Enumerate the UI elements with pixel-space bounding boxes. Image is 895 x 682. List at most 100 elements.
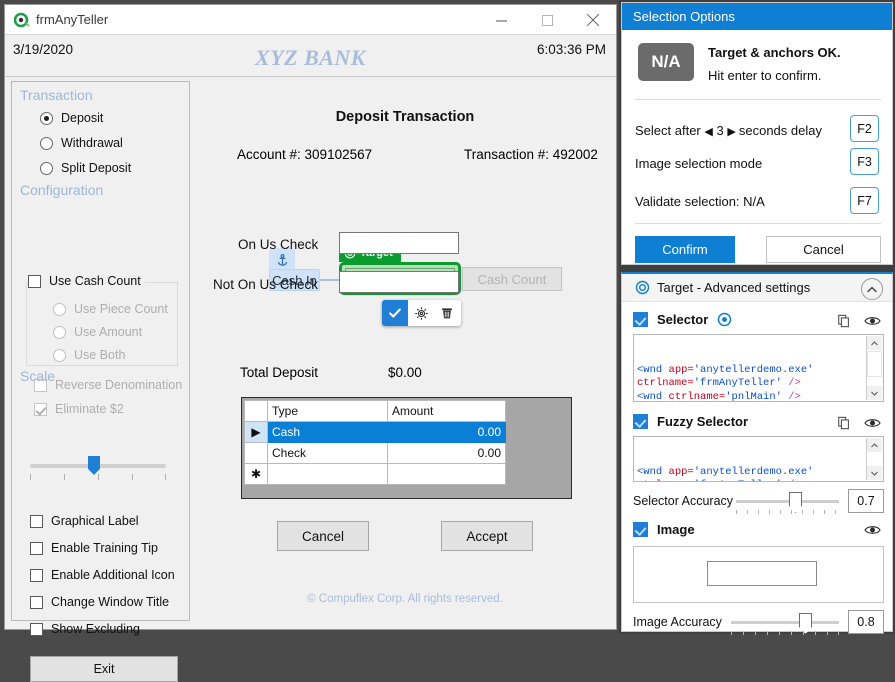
radio-split-deposit[interactable]: Split Deposit <box>40 157 131 179</box>
on-us-check-input[interactable] <box>339 232 459 254</box>
anchor-icon <box>277 253 287 266</box>
settings-gear-icon[interactable] <box>408 300 434 326</box>
fuzzy-selector-checkbox[interactable] <box>633 414 648 429</box>
checkbox-use-cash-count-label: Use Cash Count <box>49 274 141 288</box>
key-f2[interactable]: F2 <box>850 115 879 142</box>
selector-accuracy-value[interactable]: 0.7 <box>848 489 884 513</box>
selection-options-panel: Selection Options N/A Target & anchors O… <box>619 0 895 636</box>
radio-split-deposit-dot <box>40 161 53 175</box>
accept-button[interactable]: Accept <box>441 521 533 551</box>
column-header-amount: Amount <box>387 400 506 422</box>
selector-checkbox[interactable] <box>633 312 648 327</box>
table-row[interactable]: ✱ <box>244 463 506 485</box>
selector-scrollbar[interactable] <box>866 336 882 400</box>
checkbox-use-cash-count-box <box>28 274 41 288</box>
radio-deposit[interactable]: Deposit <box>40 107 103 129</box>
image-checkbox[interactable] <box>633 522 648 537</box>
checkbox-show-excluding[interactable]: Show Excluding <box>30 618 140 640</box>
target-icon <box>717 312 732 327</box>
selector-accuracy-row[interactable]: Selector Accuracy 0.7 <box>633 489 884 515</box>
image-section-row[interactable]: Image <box>633 522 695 537</box>
selector-scroll-thumb[interactable] <box>867 351 882 377</box>
copy-icon[interactable] <box>837 314 851 331</box>
key-f7[interactable]: F7 <box>850 187 879 214</box>
image-accuracy-row[interactable]: Image Accuracy 0.8 <box>633 610 884 636</box>
exit-button[interactable]: Exit <box>30 656 178 682</box>
divider-top <box>635 99 881 100</box>
scale-slider-thumb[interactable] <box>88 456 100 475</box>
radio-use-both[interactable]: Use Both <box>53 344 125 366</box>
table-row[interactable]: Check 0.00 <box>244 442 506 464</box>
total-deposit-label: Total Deposit <box>240 365 319 380</box>
selector-section-row[interactable]: Selector <box>633 312 732 327</box>
selector-section-icons <box>837 314 881 331</box>
radio-use-amount-dot <box>53 325 66 339</box>
delete-trash-icon[interactable] <box>434 300 460 326</box>
on-us-check-label: On Us Check <box>238 237 319 252</box>
radio-use-amount-label: Use Amount <box>74 325 143 339</box>
confirm-button[interactable]: Confirm <box>635 236 735 263</box>
minimize-icon[interactable] <box>478 5 524 35</box>
eye-icon[interactable] <box>864 315 881 330</box>
spinner-right-icon[interactable]: ▶ <box>727 126 739 138</box>
confirm-check-icon[interactable] <box>382 300 408 326</box>
checkbox-enable-additional-icon[interactable]: Enable Additional Icon <box>30 564 175 586</box>
maximize-icon[interactable] <box>524 5 570 35</box>
select-after-delay-row[interactable]: Select after ◀ 3 ▶ seconds delay <box>635 123 822 138</box>
account-number: Account #: 309102567 <box>237 147 373 162</box>
selector-accuracy-track[interactable] <box>736 500 839 503</box>
checkbox-graphical-label[interactable]: Graphical Label <box>30 510 139 532</box>
checkbox-eliminate-two[interactable]: Eliminate $2 <box>34 398 124 420</box>
close-icon[interactable] <box>570 5 616 35</box>
image-accuracy-track[interactable] <box>731 621 839 624</box>
scroll-up-icon[interactable] <box>867 438 882 452</box>
copyright-text: © Compuflex Corp. All rights reserved. <box>307 593 503 605</box>
row-type <box>267 463 388 485</box>
table-row[interactable]: ▶ Cash 0.00 <box>244 421 506 443</box>
validate-selection-row[interactable]: Validate selection: N/A <box>635 194 765 209</box>
row-amount <box>387 463 506 485</box>
checkbox-reverse-denomination[interactable]: Reverse Denomination <box>34 374 182 396</box>
fuzzy-selector-section-row[interactable]: Fuzzy Selector <box>633 414 748 429</box>
selector-code-box[interactable]: <wnd app='anytellerdemo.exe' ctrlname='f… <box>633 334 884 402</box>
checkbox-use-cash-count[interactable]: Use Cash Count <box>28 274 145 288</box>
status-line-1: Target & anchors OK. <box>708 45 841 60</box>
cancel-selection-button[interactable]: Cancel <box>766 236 881 263</box>
radio-use-piece-count-label: Use Piece Count <box>74 302 168 316</box>
radio-withdrawal[interactable]: Withdrawal <box>40 132 123 154</box>
scroll-down-icon[interactable] <box>867 386 882 400</box>
selector-code-content: <wnd app='anytellerdemo.exe' ctrlname='f… <box>637 363 814 402</box>
spinner-left-icon[interactable]: ◀ <box>704 126 712 138</box>
scroll-down-icon[interactable] <box>867 466 882 480</box>
image-preview-box[interactable] <box>633 546 884 603</box>
image-selection-mode-label[interactable]: Image selection mode <box>635 156 762 171</box>
radio-deposit-label: Deposit <box>61 111 104 125</box>
selector-accuracy-ticks <box>736 510 839 515</box>
radio-use-both-label: Use Both <box>74 348 126 362</box>
checkbox-change-window-title-box <box>30 595 43 609</box>
window-title: frmAnyTeller <box>36 12 109 27</box>
radio-use-piece-count[interactable]: Use Piece Count <box>53 298 168 320</box>
fuzzy-selector-scrollbar[interactable] <box>866 438 882 480</box>
eye-icon[interactable] <box>864 417 881 432</box>
scroll-up-icon[interactable] <box>867 336 882 350</box>
not-on-us-check-label: Not On Us Check <box>213 277 319 292</box>
deposit-grid[interactable]: Type Amount ▶ Cash 0.00 Check 0.00 ✱ <box>241 397 572 499</box>
deposit-table: Type Amount ▶ Cash 0.00 Check 0.00 ✱ <box>244 400 506 485</box>
advanced-settings-header[interactable]: Target - Advanced settings <box>622 274 892 302</box>
radio-use-amount[interactable]: Use Amount <box>53 321 142 343</box>
fuzzy-selector-code-box[interactable]: <wnd app='anytellerdemo.exe' ctrlname='f… <box>633 436 884 482</box>
image-accuracy-value[interactable]: 0.8 <box>848 610 884 634</box>
copy-icon[interactable] <box>837 416 851 433</box>
image-accuracy-label: Image Accuracy <box>633 615 722 629</box>
not-on-us-check-input[interactable] <box>339 271 459 293</box>
cancel-button[interactable]: Cancel <box>277 521 369 551</box>
checkbox-change-window-title[interactable]: Change Window Title <box>30 591 169 613</box>
chevron-up-icon[interactable] <box>861 278 883 300</box>
eye-icon[interactable] <box>864 524 881 539</box>
row-marker <box>244 442 268 464</box>
key-f3[interactable]: F3 <box>850 148 879 175</box>
image-section-icons <box>864 524 881 539</box>
checkbox-enable-training-tip[interactable]: Enable Training Tip <box>30 537 158 559</box>
validate-selection-value: N/A <box>743 194 765 209</box>
